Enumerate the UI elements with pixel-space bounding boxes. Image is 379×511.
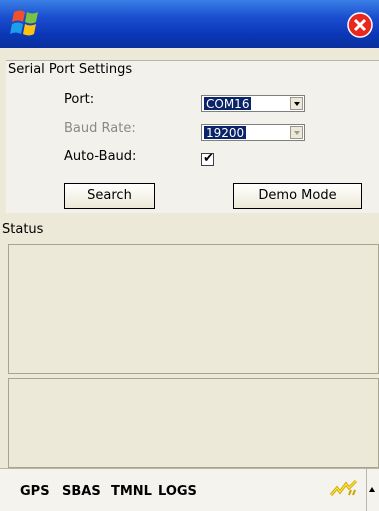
serial-section-title: Serial Port Settings — [8, 62, 133, 77]
search-button[interactable]: Search — [64, 183, 155, 209]
close-icon[interactable] — [347, 12, 373, 38]
tab-logs[interactable]: LOGS — [158, 484, 197, 499]
chevron-down-icon[interactable] — [290, 97, 303, 110]
scroll-up-icon[interactable] — [366, 469, 377, 511]
tab-tmnl[interactable]: TMNL — [111, 484, 152, 499]
port-label: Port: — [64, 92, 95, 107]
main-panel: Serial Port Settings Port: COM16 Baud Ra… — [0, 48, 379, 468]
tab-sbas[interactable]: SBAS — [62, 484, 101, 499]
port-select-value: COM16 — [204, 97, 252, 111]
auto-baud-checkbox[interactable]: ✔ — [201, 151, 214, 166]
taskbar: GPS SBAS TMNL LOGS — [0, 468, 379, 511]
baud-rate-label: Baud Rate: — [64, 121, 136, 136]
baud-rate-value: 19200 — [204, 126, 247, 140]
windows-flag-icon[interactable] — [6, 6, 44, 42]
status-display — [8, 244, 379, 374]
network-signal-icon[interactable] — [329, 479, 359, 499]
demo-mode-button[interactable]: Demo Mode — [233, 183, 362, 209]
port-select[interactable]: COM16 — [201, 95, 305, 112]
tab-gps[interactable]: GPS — [20, 484, 50, 499]
status-title: Status — [2, 222, 44, 237]
checkmark-icon: ✔ — [203, 151, 214, 166]
title-bar — [0, 0, 379, 48]
baud-rate-select: 19200 — [201, 124, 305, 141]
chevron-down-icon — [290, 126, 303, 139]
log-display — [8, 378, 379, 468]
auto-baud-label: Auto-Baud: — [64, 149, 137, 164]
